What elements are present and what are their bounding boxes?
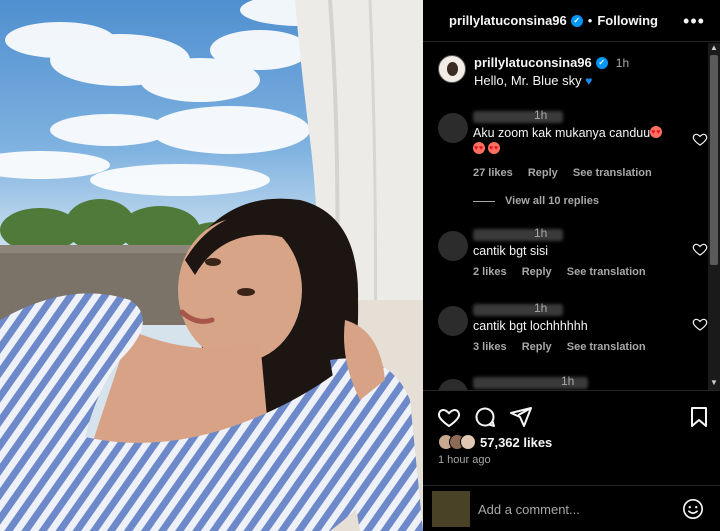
- comment-avatar[interactable]: [438, 231, 468, 261]
- comments-list[interactable]: prillylatuconsina96 ✓ 1h Hello, Mr. Blue…: [423, 43, 708, 390]
- comment-meta: 27 likes Reply See translation: [473, 167, 664, 179]
- scroll-down-arrow-icon[interactable]: ▼: [710, 378, 718, 388]
- reply-button[interactable]: Reply: [522, 341, 552, 353]
- comment-avatar[interactable]: [438, 113, 468, 143]
- post-photo[interactable]: [0, 0, 423, 531]
- post-header: prillylatuconsina96 ✓ • Following •••: [423, 0, 720, 42]
- comment-likes[interactable]: 2 likes: [473, 266, 507, 278]
- comments-scrollbar[interactable]: ▲ ▼: [708, 43, 720, 390]
- more-horizontal-icon: •••: [683, 11, 705, 31]
- comment-time: 1h: [534, 226, 548, 240]
- post-timestamp[interactable]: 1 hour ago: [438, 454, 491, 466]
- share-send-icon[interactable]: [509, 405, 533, 429]
- comment-item: 1h cantik bgt lochhhhhh 3 likes Reply Se…: [438, 301, 708, 356]
- reply-button[interactable]: Reply: [528, 167, 558, 179]
- likes-count[interactable]: 57,362 likes: [480, 435, 552, 450]
- comment-text: Aku zoom kak mukanya canduu: [473, 125, 673, 157]
- comment-item: 1h cantik bgt sisi 2 likes Reply See tra…: [438, 226, 708, 281]
- view-replies-line: [473, 200, 495, 202]
- caption-text: Hello, Mr. Blue sky: [474, 73, 582, 88]
- comment-text: cantik bgt sisi: [473, 244, 549, 258]
- like-comment-heart-icon[interactable]: [692, 131, 708, 147]
- add-comment-input[interactable]: [478, 500, 668, 518]
- liker-avatars: [438, 434, 476, 450]
- post-caption: prillylatuconsina96 ✓ 1h Hello, Mr. Blue…: [438, 55, 629, 88]
- caption-avatar[interactable]: [438, 55, 466, 83]
- comment-meta: 2 likes Reply See translation: [473, 266, 658, 278]
- more-options-button[interactable]: •••: [683, 11, 705, 31]
- following-button[interactable]: Following: [597, 13, 658, 28]
- scroll-up-arrow-icon[interactable]: ▲: [710, 43, 718, 53]
- comment-username-blurred[interactable]: [473, 229, 563, 241]
- comment-time: 1h: [534, 108, 548, 122]
- bookmark-save-icon[interactable]: [687, 405, 711, 429]
- like-comment-heart-icon[interactable]: [692, 316, 708, 332]
- see-translation-button[interactable]: See translation: [567, 341, 646, 353]
- comment-avatar[interactable]: [438, 379, 468, 390]
- comment-meta: 3 likes Reply See translation: [473, 341, 658, 353]
- reply-button[interactable]: Reply: [522, 266, 552, 278]
- verified-badge-icon: ✓: [595, 56, 608, 69]
- comment-avatar[interactable]: [438, 306, 468, 336]
- comment-text: cantik bgt lochhhhhh: [473, 319, 588, 333]
- heart-eyes-emoji-icon: [650, 125, 663, 141]
- like-comment-heart-icon[interactable]: [692, 241, 708, 257]
- caption-username[interactable]: prillylatuconsina96: [474, 55, 592, 70]
- comment-text-content: Aku zoom kak mukanya canduu: [473, 126, 651, 140]
- see-translation-button[interactable]: See translation: [567, 266, 646, 278]
- comment-time: 1h: [534, 301, 548, 315]
- verified-badge-icon: ✓: [570, 14, 583, 27]
- header-separator: •: [587, 13, 593, 28]
- add-comment-bar: [423, 485, 720, 531]
- like-heart-icon[interactable]: [437, 405, 461, 429]
- photo-illustration: [0, 0, 423, 531]
- post-actions: 57,362 likes 1 hour ago: [423, 390, 720, 485]
- comment-item: 1h: [438, 374, 708, 390]
- comment-likes[interactable]: 27 likes: [473, 167, 513, 179]
- header-username[interactable]: prillylatuconsina96: [449, 13, 567, 28]
- heart-eyes-emoji-icon: [473, 141, 485, 157]
- comment-item: 1h Aku zoom kak mukanya canduu 27 likes …: [438, 108, 708, 188]
- comment-time: 1h: [561, 374, 575, 388]
- scrollbar-thumb[interactable]: [710, 55, 718, 265]
- comment-likes[interactable]: 3 likes: [473, 341, 507, 353]
- comment-bubble-icon[interactable]: [473, 405, 497, 429]
- liker-avatar: [460, 434, 476, 450]
- likes-row[interactable]: 57,362 likes: [438, 434, 552, 450]
- comment-username-blurred[interactable]: [473, 111, 563, 123]
- see-translation-button[interactable]: See translation: [573, 167, 652, 179]
- view-replies-button[interactable]: View all 10 replies: [473, 195, 599, 207]
- comment-username-blurred[interactable]: [473, 304, 563, 316]
- view-replies-label: View all 10 replies: [505, 195, 599, 207]
- heart-eyes-emoji-icon: [488, 141, 500, 157]
- caption-time: 1h: [615, 55, 630, 70]
- blue-heart-icon: ♥: [585, 74, 593, 88]
- post-side-panel: prillylatuconsina96 ✓ • Following ••• pr…: [423, 0, 720, 531]
- current-user-avatar: [432, 491, 470, 527]
- emoji-picker-icon[interactable]: [682, 498, 704, 520]
